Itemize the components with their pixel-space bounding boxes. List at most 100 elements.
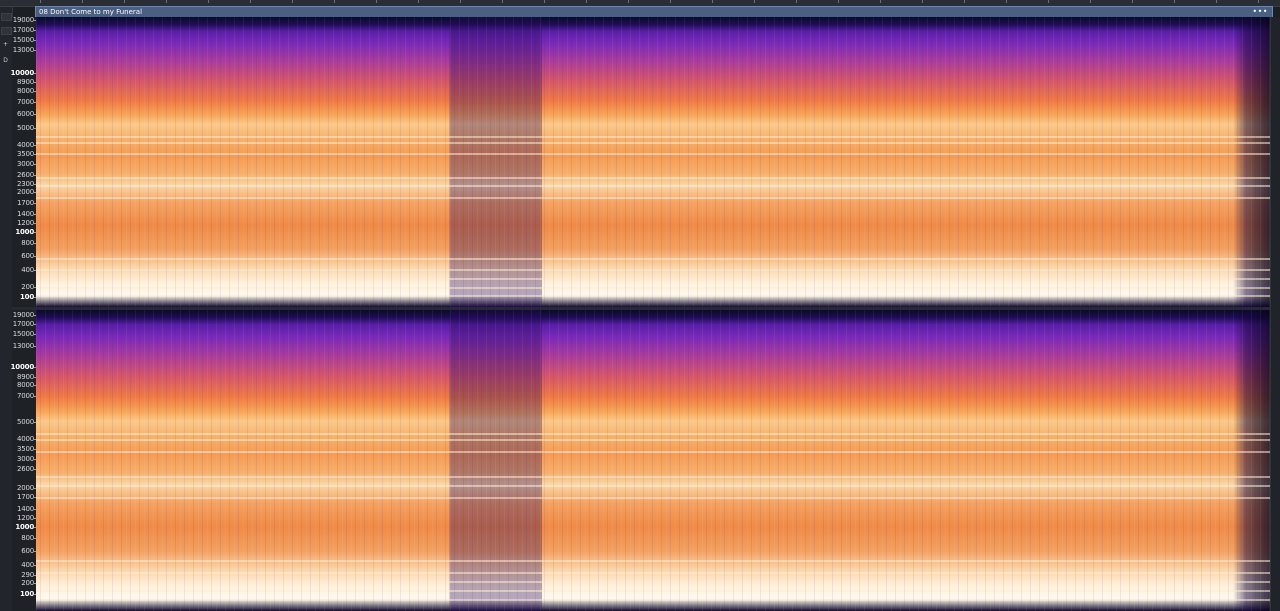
harmonic-band — [36, 269, 1270, 272]
ruler-tick — [292, 0, 293, 3]
frequency-label: 200 — [21, 283, 34, 291]
frequency-label: 15000 — [12, 330, 34, 338]
harmonic-band — [36, 589, 1270, 592]
harmonic-band — [36, 295, 1270, 298]
harmonic-band — [36, 475, 1270, 478]
ruler-tick — [796, 0, 797, 3]
frequency-axis-top: 19000 17000 15000 13000 10000 8900 8000 7000 600… — [10, 16, 36, 307]
more-options-icon[interactable]: ••• — [1252, 7, 1268, 16]
ruler-tick — [250, 0, 251, 3]
harmonic-band — [36, 451, 1270, 454]
frequency-label: 1700 — [16, 493, 34, 501]
frequency-label: 3000 — [16, 160, 34, 168]
spectrogram-channel-bottom[interactable] — [36, 310, 1270, 611]
frequency-label: 200 — [21, 579, 34, 587]
side-slot[interactable] — [1, 13, 12, 21]
frequency-label: 2300 — [16, 180, 34, 188]
ruler-tick — [208, 0, 209, 3]
ruler-tick — [124, 0, 125, 3]
frequency-label: 1200 — [16, 514, 34, 522]
frequency-label: 3500 — [16, 445, 34, 453]
frequency-label: 8900 — [16, 373, 34, 381]
frequency-label: 4000 — [16, 141, 34, 149]
harmonic-band — [36, 286, 1270, 289]
frequency-label: 4000 — [16, 435, 34, 443]
frequency-label: 2600 — [16, 465, 34, 473]
frequency-label: 600 — [21, 252, 34, 260]
frequency-label: 1700 — [16, 199, 34, 207]
harmonic-band — [36, 176, 1270, 179]
frequency-label: 290 — [21, 571, 34, 579]
frequency-label: 5000 — [16, 124, 34, 132]
frequency-label: 100 — [19, 590, 34, 598]
ruler-tick — [460, 0, 461, 3]
frequency-label: 1200 — [16, 219, 34, 227]
harmonic-band — [36, 433, 1270, 436]
ruler-tick — [1006, 0, 1007, 3]
harmonic-band — [36, 278, 1270, 280]
vertical-scrollbar[interactable] — [1270, 17, 1280, 611]
d-toggle-button[interactable]: D — [1, 56, 10, 65]
harmonic-band — [36, 484, 1270, 487]
ruler-tick — [334, 0, 335, 3]
ruler-tick — [964, 0, 965, 3]
ruler-tick — [1132, 0, 1133, 3]
frequency-label: 2600 — [16, 171, 34, 179]
frequency-label: 2000 — [16, 188, 34, 196]
frequency-label: 1000 — [15, 523, 34, 531]
ruler-tick — [586, 0, 587, 3]
frequency-label: 13000 — [12, 46, 34, 54]
ruler-tick — [544, 0, 545, 3]
ruler-tick — [1048, 0, 1049, 3]
harmonic-band — [36, 580, 1270, 583]
ruler-tick — [838, 0, 839, 3]
frequency-label: 19000 — [12, 311, 34, 319]
harmonic-band — [36, 196, 1270, 199]
frequency-label: 13000 — [12, 342, 34, 350]
spectrogram-channel-top[interactable] — [36, 17, 1270, 307]
frequency-label: 17000 — [12, 320, 34, 328]
harmonic-band — [36, 559, 1270, 562]
frequency-label: 400 — [21, 266, 34, 274]
frequency-label: 1400 — [16, 210, 34, 218]
ruler-tick — [1216, 0, 1217, 3]
frequency-label: 100 — [19, 293, 34, 301]
ruler-tick — [670, 0, 671, 3]
ruler-tick — [418, 0, 419, 3]
frequency-label: 5000 — [16, 418, 34, 426]
frequency-label: 1000 — [15, 228, 34, 236]
frequency-label: 8000 — [16, 87, 34, 95]
ruler-tick — [628, 0, 629, 3]
frequency-label: 3500 — [16, 150, 34, 158]
frequency-axis-bottom: 19000 17000 15000 13000 10000 8900 8000 7000 500… — [10, 310, 36, 611]
frequency-label: 600 — [21, 547, 34, 555]
ruler-tick — [922, 0, 923, 3]
frequency-label: 3000 — [16, 455, 34, 463]
ruler-tick — [82, 0, 83, 3]
ruler-tick — [1258, 0, 1259, 3]
frequency-label: 19000 — [12, 16, 34, 24]
frequency-label: 10000 — [10, 69, 35, 77]
harmonic-band — [36, 141, 1270, 144]
frequency-label: 800 — [21, 239, 34, 247]
harmonic-band — [36, 135, 1270, 138]
ruler-tick — [1090, 0, 1091, 3]
frequency-label: 2000 — [16, 484, 34, 492]
frequency-label: 10000 — [10, 363, 35, 371]
side-slot[interactable] — [1, 27, 12, 35]
ruler-tick — [754, 0, 755, 3]
frequency-label: 8900 — [16, 78, 34, 86]
ruler-tick — [502, 0, 503, 3]
frequency-label: 400 — [21, 561, 34, 569]
frequency-label: 15000 — [12, 36, 34, 44]
harmonic-band — [36, 257, 1270, 260]
frequency-label: 6000 — [16, 110, 34, 118]
frequency-label: 7000 — [16, 392, 34, 400]
frequency-label: 7000 — [16, 98, 34, 106]
add-icon[interactable]: + — [1, 40, 10, 49]
ruler-tick — [712, 0, 713, 3]
frequency-label: 17000 — [12, 26, 34, 34]
harmonic-band — [36, 439, 1270, 442]
ruler-tick — [40, 0, 41, 3]
ruler-tick — [376, 0, 377, 3]
